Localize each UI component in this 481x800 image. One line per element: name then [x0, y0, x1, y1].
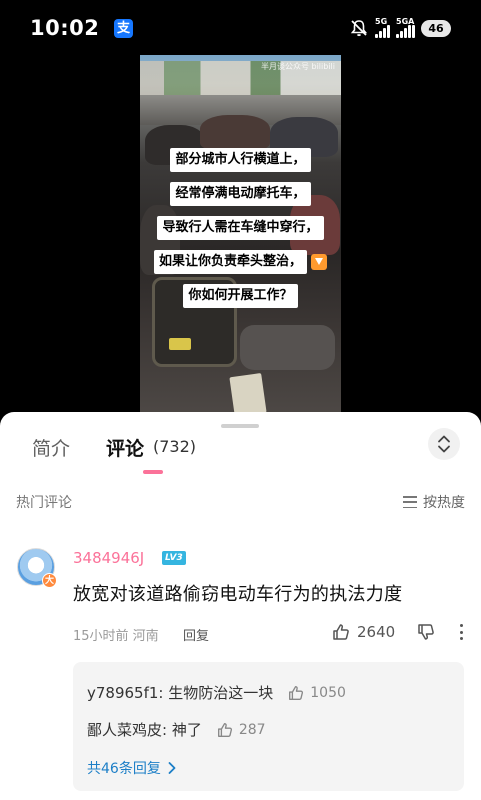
- reply-like-button[interactable]: 287: [216, 721, 266, 739]
- more-options-icon[interactable]: [456, 622, 466, 642]
- sort-icon: [403, 496, 417, 508]
- tab-intro[interactable]: 简介: [32, 434, 70, 461]
- scooter-seat: [240, 325, 335, 370]
- video-watermark: 半月谈公众号 bilibili: [260, 62, 335, 71]
- dislike-button[interactable]: [416, 622, 436, 642]
- caption-line: 部分城市人行横道上，: [170, 148, 311, 172]
- view-more-replies-link[interactable]: 共46条回复: [87, 758, 177, 778]
- comment-username[interactable]: 3484946J: [73, 549, 144, 567]
- reply-separator: :: [158, 683, 169, 702]
- expand-collapse-button[interactable]: [428, 428, 460, 460]
- reply-button[interactable]: 回复: [183, 625, 209, 644]
- caption-row: 如果让你负责牵头整治，: [153, 250, 327, 274]
- drag-handle[interactable]: [221, 424, 259, 428]
- sort-label: 按热度: [423, 495, 465, 511]
- alipay-icon: 支: [114, 19, 133, 38]
- comment-meta: 15小时前 河南: [73, 629, 159, 644]
- reply-separator: :: [162, 720, 172, 739]
- status-time: 10:02: [30, 16, 100, 40]
- thumbs-up-icon: [333, 624, 349, 640]
- screen: 10:02 支 5G 5GA 46 半月谈公众号 bilibili 部分城市人行…: [0, 0, 481, 800]
- chevron-up-down-icon: [438, 435, 450, 453]
- chevron-right-icon: [168, 762, 176, 774]
- reply-author[interactable]: 鄙人菜鸡皮: [87, 719, 162, 740]
- reply-text: 神了: [171, 721, 202, 739]
- hot-comments-title: 热门评论: [16, 495, 72, 511]
- reply-item[interactable]: y78965f1 : 生物防治这一块 1050: [87, 682, 346, 703]
- comments-count: (732): [153, 437, 197, 456]
- status-icons: 5G 5GA 46: [349, 17, 451, 38]
- reply-like-button[interactable]: 1050: [287, 684, 346, 702]
- caption-line: 你如何开展工作？: [183, 284, 298, 308]
- signal-icon-2: 5GA: [396, 17, 415, 38]
- scooter-shape: [200, 115, 270, 150]
- caption-line: 导致行人需在车缝中穿行，: [157, 216, 324, 240]
- thumbs-down-icon: [418, 624, 434, 640]
- thumbs-up-icon: [217, 722, 232, 737]
- replies-box: y78965f1 : 生物防治这一块 1050 鄙人菜鸡皮 : 神了 287 共…: [73, 662, 464, 791]
- signal-icon-1: 5G: [375, 17, 390, 38]
- comment-text[interactable]: 放宽对该道路偷窃电动车行为的执法力度: [73, 580, 402, 606]
- like-button[interactable]: 2640: [331, 622, 395, 642]
- active-tab-indicator: [143, 470, 163, 474]
- thumbs-up-icon: [289, 685, 304, 700]
- comments-sheet: 简介 评论 (732) 热门评论 按热度 大 3484946J LV3 放宽对该…: [0, 412, 481, 800]
- video-captions: 部分城市人行横道上， 经常停满电动摩托车， 导致行人需在车缝中穿行， 如果让你负…: [140, 148, 341, 308]
- user-level-badge: LV3: [162, 551, 186, 565]
- like-count: 2640: [357, 623, 396, 641]
- sort-button[interactable]: 按热度: [403, 492, 465, 512]
- reply-text: 生物防治这一块: [168, 684, 274, 702]
- reply-item[interactable]: 鄙人菜鸡皮 : 神了 287: [87, 719, 266, 740]
- caption-line: 经常停满电动摩托车，: [170, 182, 311, 206]
- brand-logo-icon: [311, 254, 327, 270]
- network-label-1: 5G: [375, 17, 388, 26]
- network-label-2: 5GA: [396, 17, 415, 26]
- avatar-badge: 大: [42, 573, 57, 588]
- caption-line: 如果让你负责牵头整治，: [153, 250, 307, 274]
- reply-author[interactable]: y78965f1: [87, 684, 158, 702]
- video-player[interactable]: 半月谈公众号 bilibili 部分城市人行横道上， 经常停满电动摩托车， 导致…: [140, 55, 341, 415]
- tab-comments[interactable]: 评论: [106, 434, 144, 461]
- license-plate: [229, 372, 267, 415]
- mute-icon: [349, 18, 369, 38]
- reply-like-count: 287: [238, 721, 266, 738]
- status-bar: 10:02 支 5G 5GA 46: [0, 0, 481, 60]
- more-replies-label: 共46条回复: [87, 761, 161, 777]
- reply-like-count: 1050: [310, 684, 346, 701]
- battery-indicator: 46: [421, 19, 451, 37]
